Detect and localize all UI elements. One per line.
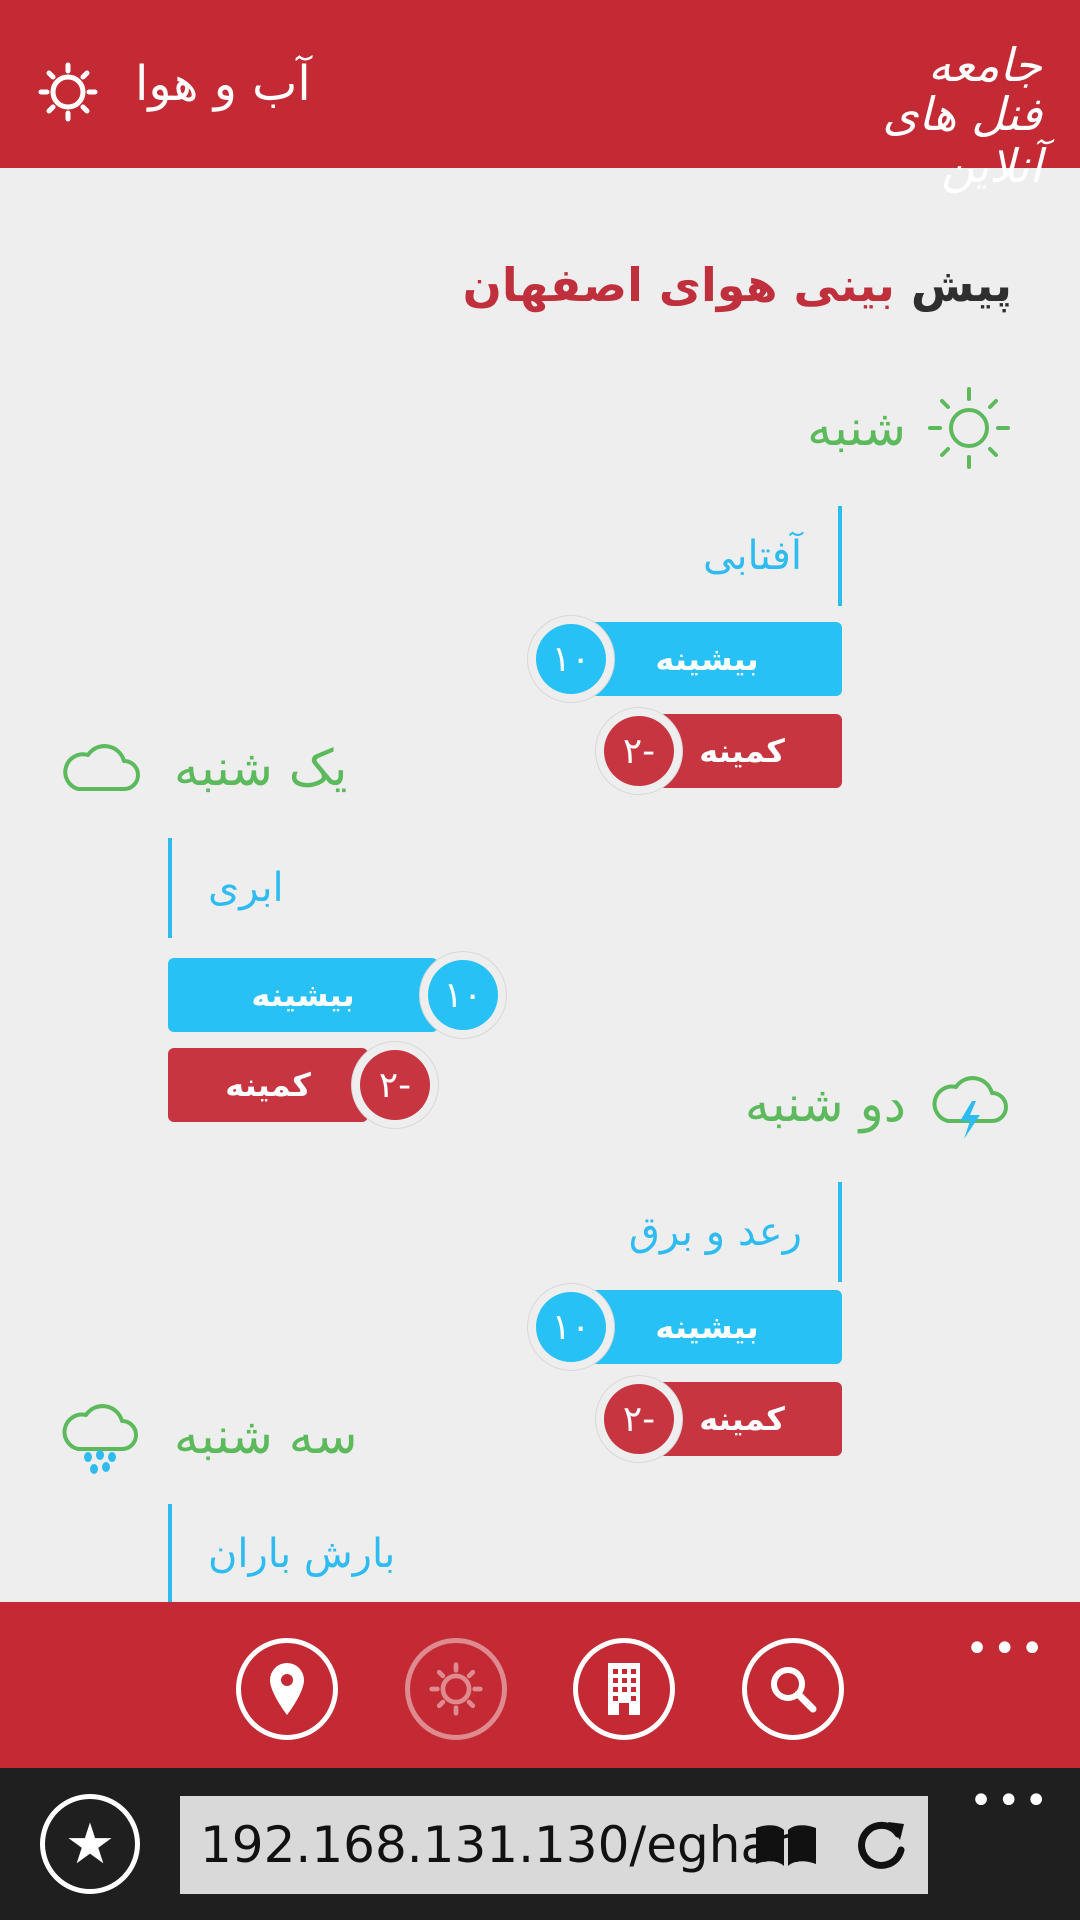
page-title: پیش بینی هوای اصفهان bbox=[463, 258, 1012, 312]
min-temp-label: کمینه bbox=[225, 1066, 311, 1104]
condition-label: آفتابی bbox=[703, 506, 842, 606]
max-temp-label: بیشینه bbox=[251, 976, 355, 1014]
day-card-sunday: یک شنبه ابری بیشینه ۱۰ کمینه -۲ bbox=[58, 728, 578, 1128]
search-icon bbox=[771, 1667, 817, 1713]
favorites-button[interactable]: ★ bbox=[40, 1794, 140, 1894]
min-temp-badge: -۲ bbox=[596, 1376, 682, 1462]
sun-icon bbox=[928, 387, 1010, 469]
condition-label: بارش باران bbox=[168, 1504, 395, 1604]
logo-line-1: جامعه bbox=[928, 38, 1042, 92]
day-name: سه شنبه bbox=[174, 1407, 358, 1465]
day-header: یک شنبه bbox=[58, 728, 347, 808]
min-temp-label: کمینه bbox=[699, 732, 785, 770]
weather-button[interactable] bbox=[405, 1638, 507, 1740]
min-temp-badge: -۲ bbox=[596, 708, 682, 794]
browser-bar: ★ 192.168.131.130/egham ••• bbox=[0, 1768, 1080, 1920]
logo-line-2: فنل های آنلاین bbox=[882, 87, 1042, 193]
search-button[interactable] bbox=[742, 1638, 844, 1740]
max-temp-bar: بیشینه bbox=[168, 958, 438, 1032]
max-temp-badge: ۱۰ bbox=[528, 1284, 614, 1370]
min-temp-bar: کمینه bbox=[168, 1048, 368, 1122]
location-pin-icon bbox=[270, 1663, 304, 1715]
condition-label: ابری bbox=[168, 838, 284, 938]
thunder-cloud-icon bbox=[932, 1076, 1008, 1139]
max-temp-value: ۱۰ bbox=[428, 960, 498, 1030]
min-temp-value: -۲ bbox=[604, 1384, 674, 1454]
star-icon: ★ bbox=[64, 1811, 116, 1877]
refresh-icon[interactable] bbox=[852, 1816, 910, 1874]
max-temp-value: ۱۰ bbox=[536, 624, 606, 694]
max-temp-badge: ۱۰ bbox=[420, 952, 506, 1038]
app-bar-more-button[interactable]: ••• bbox=[965, 1626, 1048, 1672]
brand-logo: جامعه فنل های آنلاین bbox=[772, 38, 1042, 192]
app-header: جامعه فنل های آنلاین آب و هوا bbox=[0, 0, 1080, 192]
cloud-icon bbox=[63, 744, 140, 791]
location-button[interactable] bbox=[236, 1638, 338, 1740]
day-header: دو شنبه bbox=[745, 1064, 1012, 1144]
address-bar[interactable]: 192.168.131.130/egham bbox=[180, 1796, 928, 1894]
day-name: دو شنبه bbox=[744, 1075, 906, 1133]
url-text[interactable]: 192.168.131.130/egham bbox=[200, 1816, 820, 1874]
min-temp-badge: -۲ bbox=[352, 1042, 438, 1128]
sun-icon bbox=[429, 1662, 483, 1716]
max-temp-label: بیشینه bbox=[655, 640, 759, 678]
day-card-saturday: شنبه آفتابی بیشینه ۱۰ کمینه -۲ bbox=[492, 387, 1012, 794]
max-temp-value: ۱۰ bbox=[536, 1292, 606, 1362]
condition-label: رعد و برق bbox=[629, 1182, 842, 1282]
buildings-button[interactable] bbox=[573, 1638, 675, 1740]
max-temp-label: بیشینه bbox=[655, 1308, 759, 1346]
building-icon bbox=[608, 1663, 640, 1715]
day-header: شنبه bbox=[807, 387, 1012, 469]
min-temp-value: -۲ bbox=[360, 1050, 430, 1120]
day-header: سه شنبه bbox=[58, 1396, 357, 1476]
browser-more-button[interactable]: ••• bbox=[969, 1778, 1052, 1824]
rain-cloud-icon bbox=[62, 1404, 138, 1474]
sun-icon bbox=[38, 62, 98, 122]
day-card-tuesday: سه شنبه بارش باران bbox=[58, 1396, 578, 1606]
day-name: یک شنبه bbox=[174, 739, 348, 797]
min-temp-value: -۲ bbox=[604, 716, 674, 786]
page-title-part1: پیش bbox=[910, 258, 1012, 312]
day-name: شنبه bbox=[807, 399, 906, 457]
max-temp-badge: ۱۰ bbox=[528, 616, 614, 702]
min-temp-label: کمینه bbox=[699, 1400, 785, 1438]
reading-view-icon[interactable] bbox=[752, 1822, 820, 1870]
app-bar: ••• bbox=[0, 1602, 1080, 1768]
page-title-part2: بینی هوای اصفهان bbox=[462, 258, 895, 312]
header-title: آب و هوا bbox=[135, 56, 311, 112]
